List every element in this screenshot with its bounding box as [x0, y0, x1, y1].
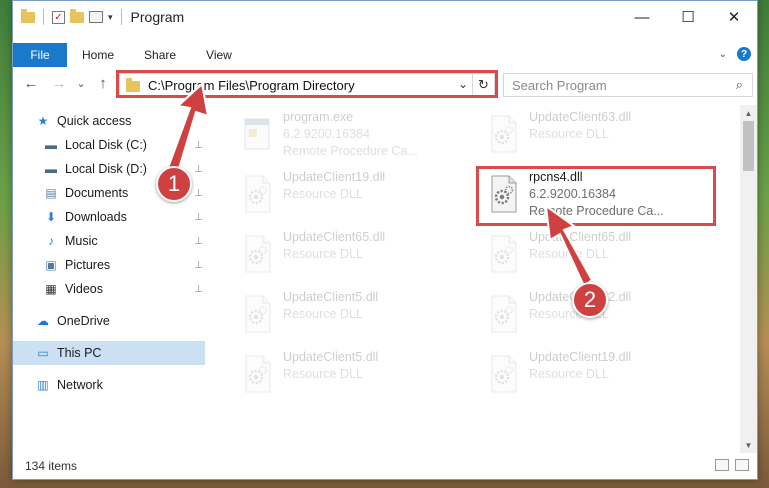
callout-step-2: 2: [572, 282, 608, 318]
arrow-1: [166, 82, 210, 174]
arrow-2: [544, 203, 594, 288]
annotation-arrows: [166, 82, 594, 288]
callout-step-1: 1: [156, 166, 192, 202]
